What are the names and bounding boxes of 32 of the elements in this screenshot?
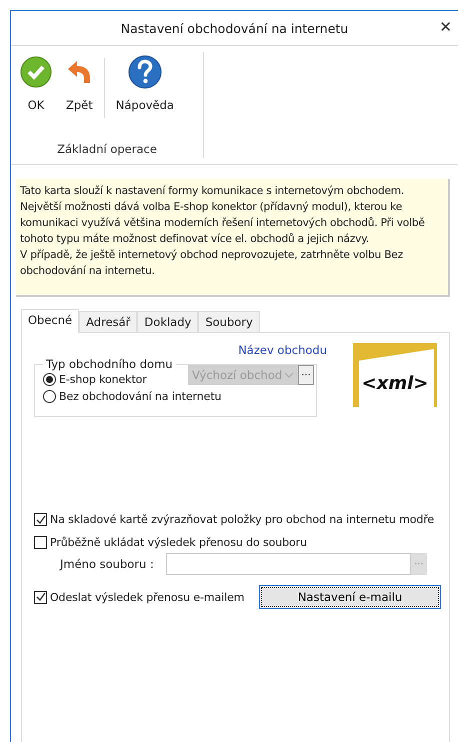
window-title: Nastavení obchodování na internetu [120, 20, 348, 36]
option-label: Průběžně ukládat výsledek přenosu do souboru [50, 536, 307, 549]
option-label: E-shop konektor [59, 373, 147, 386]
file-name-label: Jméno souboru : [60, 557, 154, 571]
check-icon [20, 56, 52, 88]
info-text: Tato karta slouží k nastavení formy komunikace s internetovým obchodem. Největší možnosti dává volba E-shop konektor (přídavný modul), kterou ke komunikaci využívá většina moderních řešení internetových obchodů. Při volbě tohoto typu máte možnost definovat více el. obchodů a jejich názvy. V případě, že ještě internetový obchod neprovozujete, zatrhněte volbu Bez obchodování na internetu. [16, 179, 450, 297]
file-name-field[interactable] [166, 553, 411, 575]
tab[interactable]: Obecné [21, 309, 80, 333]
back-arrow-icon [66, 59, 92, 85]
help-icon [128, 55, 162, 89]
browse-button[interactable]: ··· [298, 365, 314, 385]
checkbox[interactable] [34, 590, 47, 604]
shop-name-link[interactable]: Název obchodu [34, 343, 327, 357]
back-button[interactable]: Zpět [63, 52, 96, 114]
checkbox[interactable] [34, 513, 47, 526]
radio-button[interactable] [43, 390, 56, 403]
option-label: Bez obchodování na internetu [59, 390, 222, 403]
group-label: Základní operace [57, 142, 157, 158]
email-settings-button[interactable]: Nastavení e-mailu [259, 585, 441, 609]
ok-button[interactable]: OK [17, 52, 55, 114]
option-label: Na skladové kartě zvýrazňovat položky pro obchod na internetu modře [50, 513, 434, 526]
tab[interactable]: Soubory [198, 311, 260, 332]
close-button[interactable]: ✕ [439, 18, 452, 36]
option-label: Odeslat výsledek přenosu e-mailem [50, 590, 244, 604]
checkbox[interactable] [34, 536, 47, 549]
radio-button[interactable] [43, 373, 56, 386]
group-legend: Typ obchodního domu [43, 357, 176, 371]
caret-icon [284, 372, 294, 378]
xml-logo: <xml> [353, 343, 437, 407]
tab[interactable]: Adresář [79, 311, 138, 332]
help-button[interactable]: Nápověda [112, 52, 177, 114]
tab[interactable]: Doklady [137, 311, 198, 332]
